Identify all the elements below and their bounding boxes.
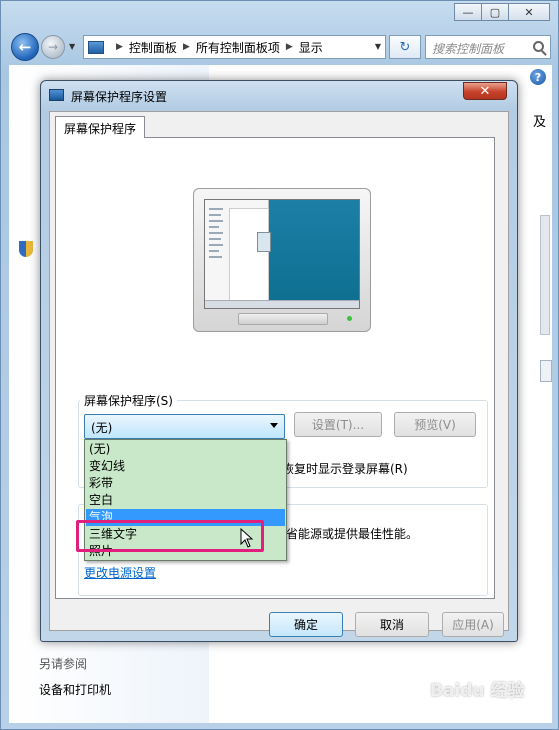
breadcrumb-all-items[interactable]: 所有控制面板项 [196, 39, 280, 56]
preview-photo-thumbnail [257, 232, 271, 252]
apply-button[interactable]: 应用(A) [442, 612, 504, 637]
preview-window-thumbnail [205, 200, 269, 308]
chevron-down-icon[interactable] [270, 423, 278, 428]
monitor-preview [193, 188, 371, 332]
address-bar[interactable]: ▶ 控制面板 ▶ 所有控制面板项 ▶ 显示 ▼ [83, 35, 386, 59]
background-scroll-element [540, 215, 550, 335]
forward-button[interactable]: → [41, 35, 65, 59]
settings-button[interactable]: 设置(T)... [294, 412, 382, 437]
power-led-icon [347, 316, 352, 321]
search-icon[interactable] [533, 41, 544, 52]
change-power-settings-link[interactable]: 更改电源设置 [84, 564, 156, 581]
search-placeholder: 搜索控制面板 [432, 42, 505, 56]
minimize-button[interactable]: — [454, 3, 482, 21]
dropdown-item[interactable]: (无) [86, 441, 285, 458]
breadcrumb-separator-icon[interactable]: ▶ [286, 42, 293, 52]
refresh-button[interactable]: ↻ [389, 35, 421, 59]
recent-pages-chevron-icon[interactable]: ▼ [69, 42, 75, 51]
breadcrumb-display[interactable]: 显示 [299, 39, 323, 56]
breadcrumb-separator-icon[interactable]: ▶ [116, 42, 123, 52]
background-button-edge [540, 360, 552, 382]
navigation-bar: ← → ▼ ▶ 控制面板 ▶ 所有控制面板项 ▶ 显示 ▼ ↻ 搜索控制面板 [11, 31, 551, 61]
devices-and-printers-link[interactable]: 设备和打印机 [39, 681, 111, 698]
mouse-cursor-icon [240, 528, 254, 548]
dialog-body: 屏幕保护程序 屏幕保护程序(S) (无) 设置(T)... 预览(V) 恢复时显… [49, 111, 509, 637]
preview-button[interactable]: 预览(V) [394, 412, 476, 437]
monitor-screen [204, 199, 360, 309]
monitor-stand [238, 313, 328, 325]
breadcrumb-control-panel[interactable]: 控制面板 [129, 39, 177, 56]
dropdown-item[interactable]: 变幻线 [86, 458, 285, 475]
screensaver-group-label: 屏幕保护程序(S) [80, 392, 177, 409]
close-button[interactable]: ✕ [508, 3, 550, 21]
control-panel-icon [88, 40, 104, 54]
resume-logon-label[interactable]: 恢复时显示登录屏幕(R) [282, 460, 408, 477]
uac-shield-icon [19, 241, 33, 257]
dropdown-item[interactable]: 彩带 [86, 475, 285, 492]
combo-value: (无) [91, 421, 113, 435]
dialog-title: 屏幕保护程序设置 [71, 90, 168, 104]
cancel-button[interactable]: 取消 [355, 612, 429, 637]
maximize-button[interactable]: ▢ [481, 3, 509, 21]
dialog-titlebar[interactable]: 屏幕保护程序设置 ✕ [41, 81, 517, 109]
preview-taskbar [205, 300, 359, 308]
power-description: 省能源或提供最佳性能。 [286, 527, 419, 541]
breadcrumb-separator-icon[interactable]: ▶ [183, 42, 190, 52]
dialog-close-button[interactable]: ✕ [463, 82, 507, 100]
screensaver-settings-dialog: 屏幕保护程序设置 ✕ 屏幕保护程序 屏幕保护程序(S) (无) 设置(T)...… [40, 80, 518, 642]
back-button[interactable]: ← [11, 33, 39, 61]
partial-text: 及 [532, 115, 546, 130]
baidu-watermark: Baidu 经验 [430, 681, 525, 701]
help-icon[interactable]: ? [530, 69, 546, 85]
see-also-heading: 另请参阅 [39, 657, 88, 671]
preview-desktop [269, 200, 359, 308]
ok-button[interactable]: 确定 [269, 612, 343, 637]
tab-panel: 屏幕保护程序(S) (无) 设置(T)... 预览(V) 恢复时显示登录屏幕(R… [55, 137, 495, 599]
highlight-annotation-box [76, 520, 264, 552]
preview-pane-thumbnail [229, 208, 269, 304]
window-controls: — ▢ ✕ [454, 3, 550, 21]
dropdown-item[interactable]: 空白 [86, 492, 285, 509]
screensaver-combobox[interactable]: (无) [84, 414, 285, 439]
display-settings-icon [49, 89, 64, 101]
tab-screensaver[interactable]: 屏幕保护程序 [55, 116, 146, 138]
address-dropdown-icon[interactable]: ▼ [375, 42, 381, 51]
search-input[interactable]: 搜索控制面板 [425, 35, 551, 59]
